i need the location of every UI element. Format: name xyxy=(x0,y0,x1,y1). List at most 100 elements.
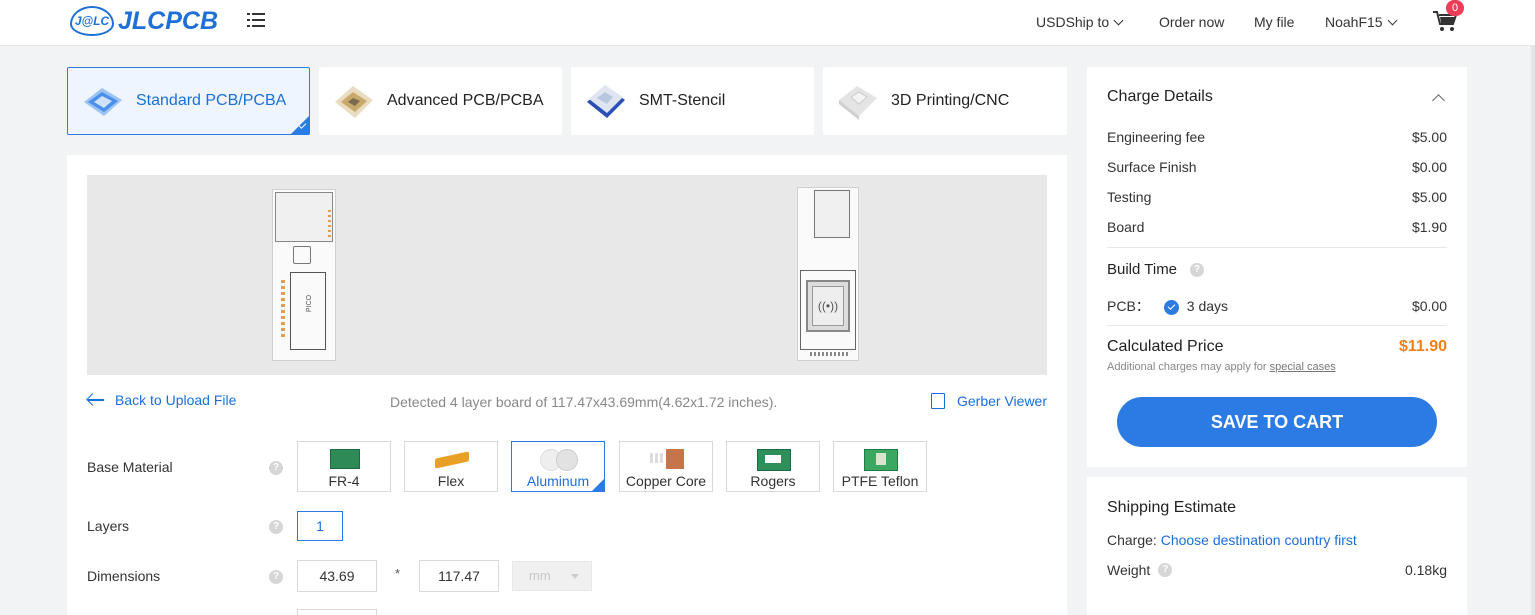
charge-row-surface-finish: Surface Finish $0.00 xyxy=(1107,159,1447,175)
rogers-icon xyxy=(757,447,791,471)
charge-value: $5.00 xyxy=(1411,189,1447,205)
unit-select[interactable]: mm xyxy=(512,561,592,591)
gerber-viewer-link[interactable]: Gerber Viewer xyxy=(931,393,1047,409)
material-option-fr4[interactable]: FR-4 xyxy=(297,441,391,492)
standard-pcb-icon xyxy=(80,80,126,122)
ship-to-label: Ship to xyxy=(1065,14,1110,30)
user-name: NoahF15 xyxy=(1325,14,1383,30)
board-silkscreen: PICO xyxy=(306,294,314,313)
pcb-bottom-image: ((•)) xyxy=(797,187,859,361)
help-icon[interactable]: ? xyxy=(269,520,283,534)
charge-value: $1.90 xyxy=(1411,219,1447,235)
save-to-cart-button[interactable]: SAVE TO CART xyxy=(1117,397,1437,447)
height-input[interactable]: 117.47 xyxy=(419,560,499,592)
pcb-config-panel: PICO ((•)) Back to Upload File Detected … xyxy=(67,155,1067,615)
back-to-upload-link[interactable]: Back to Upload File xyxy=(87,392,236,408)
material-option-rogers[interactable]: Rogers xyxy=(726,441,820,492)
build-days: 3 days xyxy=(1186,298,1229,314)
top-bar: J@LC JLCPCB USDShip to Order now My file… xyxy=(0,0,1535,46)
special-cases-link[interactable]: special cases xyxy=(1270,361,1336,373)
calculated-price-label: Calculated Price xyxy=(1107,338,1224,355)
help-icon[interactable]: ? xyxy=(269,570,283,584)
tab-smt-stencil[interactable]: SMT-Stencil xyxy=(571,67,814,135)
charge-label: Testing xyxy=(1107,189,1152,205)
shipping-weight-row: Weight ? 0.18kg xyxy=(1107,562,1447,578)
material-label: Aluminum xyxy=(526,473,590,489)
shipping-charge-row: Charge: Choose destination country first xyxy=(1107,532,1447,548)
charge-details-title: Charge Details xyxy=(1107,88,1213,105)
jlcpcb-logo[interactable]: J@LC JLCPCB xyxy=(70,5,218,37)
user-menu[interactable]: NoahF15 xyxy=(1325,14,1398,30)
chevron-up-icon[interactable] xyxy=(1432,94,1445,107)
currency-ship-to-dropdown[interactable]: USDShip to xyxy=(1036,14,1124,30)
tab-label: 3D Printing/CNC xyxy=(891,92,1010,109)
chevron-down-icon xyxy=(1387,15,1398,26)
dimensions-label: Dimensions xyxy=(87,568,161,584)
tab-label: Advanced PCB/PCBA xyxy=(387,92,544,109)
weight-label: Weight xyxy=(1107,562,1151,578)
my-file-link[interactable]: My file xyxy=(1254,14,1294,30)
choose-destination-link[interactable]: Choose destination country first xyxy=(1161,532,1357,548)
file-search-icon xyxy=(931,393,945,409)
check-circle-icon xyxy=(1163,299,1179,315)
selected-check-icon xyxy=(592,479,604,491)
dimension-separator: * xyxy=(395,566,401,581)
menu-list-icon[interactable] xyxy=(247,12,265,28)
selected-check-icon xyxy=(291,116,309,134)
aluminum-icon xyxy=(540,447,578,471)
caret-down-icon xyxy=(571,574,579,579)
material-option-aluminum[interactable]: Aluminum xyxy=(511,441,605,492)
material-label: Rogers xyxy=(750,473,796,489)
advanced-pcb-icon xyxy=(331,80,377,122)
order-now-link[interactable]: Order now xyxy=(1159,14,1224,30)
layers-label: Layers xyxy=(87,518,130,534)
charge-value: $0.00 xyxy=(1411,159,1447,175)
material-label: Copper Core xyxy=(625,473,707,489)
tab-standard-pcb[interactable]: Standard PCB/PCBA xyxy=(67,67,310,135)
additional-charges-note: Additional charges may apply for special… xyxy=(1107,361,1336,373)
flex-icon xyxy=(435,447,469,471)
smt-stencil-icon xyxy=(583,80,629,122)
tab-label: SMT-Stencil xyxy=(639,92,726,109)
divider xyxy=(1107,247,1447,248)
charge-value: $5.00 xyxy=(1411,129,1447,145)
3d-printing-icon xyxy=(835,80,881,122)
build-time-pcb-row[interactable]: PCB： 3 days $0.00 xyxy=(1107,296,1447,316)
next-option-box[interactable] xyxy=(297,609,377,615)
material-option-flex[interactable]: Flex xyxy=(404,441,498,492)
help-icon[interactable]: ? xyxy=(1158,563,1173,577)
pcb-top-image: PICO xyxy=(272,189,336,361)
detected-board-info: Detected 4 layer board of 117.47x43.69mm… xyxy=(390,394,778,410)
calculated-price-row: Calculated Price $11.90 xyxy=(1107,338,1447,356)
shipping-estimate-panel: Shipping Estimate Charge: Choose destina… xyxy=(1087,477,1467,615)
cart-count-badge: 0 xyxy=(1446,0,1464,16)
material-option-ptfe-teflon[interactable]: PTFE Teflon xyxy=(833,441,927,492)
page-scrollbar[interactable] xyxy=(1531,46,1535,615)
tab-3d-printing-cnc[interactable]: 3D Printing/CNC xyxy=(823,67,1067,135)
calculated-price-value: $11.90 xyxy=(1398,338,1447,355)
material-label: FR-4 xyxy=(328,473,360,489)
arrow-left-icon xyxy=(87,394,105,406)
charge-details-panel: Charge Details Engineering fee $5.00 Sur… xyxy=(1087,67,1467,467)
logo-badge: J@LC xyxy=(70,6,114,36)
material-label: PTFE Teflon xyxy=(841,473,919,489)
charge-label: Surface Finish xyxy=(1107,159,1197,175)
width-input[interactable]: 43.69 xyxy=(297,560,377,592)
divider xyxy=(1107,325,1447,326)
help-icon[interactable]: ? xyxy=(269,461,283,475)
material-label: Flex xyxy=(437,473,465,489)
gerber-preview: PICO ((•)) xyxy=(87,175,1047,375)
charge-label: Board xyxy=(1107,219,1145,235)
build-time-price: $0.00 xyxy=(1411,298,1447,314)
ptfe-teflon-icon xyxy=(864,447,898,471)
weight-value: 0.18kg xyxy=(1404,562,1447,578)
material-option-copper-core[interactable]: Copper Core xyxy=(619,441,713,492)
layer-option-1[interactable]: 1 xyxy=(297,511,343,541)
charge-row-board: Board $1.90 xyxy=(1107,219,1447,235)
help-icon[interactable]: ? xyxy=(1190,263,1204,277)
pcb-label: PCB： xyxy=(1107,298,1150,314)
tab-advanced-pcb[interactable]: Advanced PCB/PCBA xyxy=(319,67,562,135)
note-text: Additional charges may apply for xyxy=(1107,361,1270,373)
build-time-label: Build Time xyxy=(1107,261,1178,278)
fr4-icon xyxy=(328,447,360,471)
